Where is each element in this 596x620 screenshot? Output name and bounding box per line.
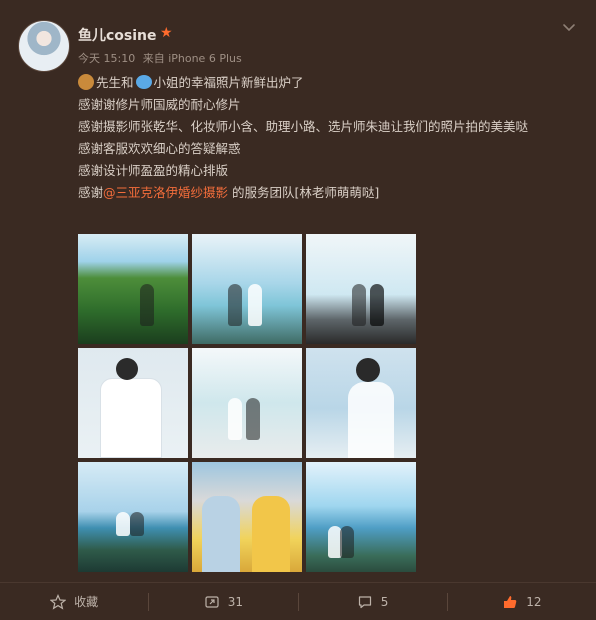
post-content: 先生和 小姐的幸福照片新鲜出炉了 感谢谢修片师国威的耐心修片 感谢摄影师张乾华、化… bbox=[78, 72, 578, 204]
chevron-down-icon[interactable] bbox=[562, 20, 576, 34]
content-line-4: 感谢客服欢欢细心的答疑解惑 bbox=[78, 141, 241, 156]
photo-thumbnail[interactable] bbox=[78, 348, 188, 458]
content-line-1: 先生和 小姐的幸福照片新鲜出炉了 bbox=[78, 72, 578, 94]
person-silhouette bbox=[130, 512, 144, 536]
photo-thumbnail[interactable] bbox=[78, 462, 188, 572]
photo-thumbnail[interactable] bbox=[78, 234, 188, 344]
comment-button[interactable]: 5 bbox=[299, 594, 447, 610]
content-line-3: 感谢摄影师张乾华、化妆师小含、助理小路、选片师朱迪让我们的照片拍的美美哒 bbox=[78, 119, 529, 134]
thumbs-up-icon bbox=[504, 595, 517, 608]
repost-icon bbox=[205, 595, 219, 608]
repost-count: 31 bbox=[227, 594, 244, 609]
person-shape bbox=[252, 496, 290, 572]
head-shape bbox=[116, 358, 138, 380]
photo-thumbnail[interactable] bbox=[306, 234, 416, 344]
post-source: 来自 iPhone 6 Plus bbox=[142, 52, 242, 65]
person-shape bbox=[202, 496, 240, 572]
user-avatar[interactable] bbox=[18, 20, 70, 72]
comment-count: 5 bbox=[380, 594, 389, 609]
person-silhouette bbox=[370, 284, 384, 326]
photo-thumbnail[interactable] bbox=[192, 462, 302, 572]
like-count: 12 bbox=[526, 594, 542, 609]
person-silhouette bbox=[140, 284, 154, 326]
post-time[interactable]: 今天 15:10 bbox=[78, 52, 135, 65]
mention-link[interactable]: @三亚克洛伊婚纱摄影 bbox=[103, 185, 228, 200]
person-silhouette bbox=[248, 284, 262, 326]
photo-grid bbox=[78, 234, 416, 572]
star-icon bbox=[50, 593, 67, 610]
bear-emoji-icon bbox=[78, 74, 94, 90]
like-button[interactable]: 12 bbox=[448, 594, 596, 610]
photo-thumbnail[interactable] bbox=[192, 348, 302, 458]
photo-thumbnail[interactable] bbox=[192, 234, 302, 344]
person-silhouette bbox=[340, 526, 354, 558]
content-line-2: 感谢谢修片师国威的耐心修片 bbox=[78, 97, 241, 112]
username[interactable]: 鱼儿cosine bbox=[78, 25, 157, 45]
person-silhouette bbox=[228, 284, 242, 326]
content-line-6: 感谢@三亚克洛伊婚纱摄影 的服务团队[林老师萌萌哒] bbox=[78, 185, 380, 200]
photo-thumbnail[interactable] bbox=[306, 462, 416, 572]
post-meta: 今天 15:10 来自 iPhone 6 Plus bbox=[78, 50, 242, 66]
comment-icon bbox=[358, 595, 371, 608]
content-line-5: 感谢设计师盈盈的精心排版 bbox=[78, 163, 229, 178]
person-silhouette bbox=[352, 284, 366, 326]
person-silhouette bbox=[116, 512, 130, 536]
white-suit-shape bbox=[100, 378, 162, 458]
dress-shape bbox=[348, 382, 394, 458]
vip-star-icon: ★ bbox=[160, 25, 173, 41]
fish-emoji-icon bbox=[135, 75, 152, 89]
weibo-post: 鱼儿cosine ★ 今天 15:10 来自 iPhone 6 Plus 先生和… bbox=[0, 0, 596, 619]
favorite-button[interactable]: 收藏 bbox=[0, 593, 148, 610]
post-actions-bar: 收藏 31 5 12 bbox=[0, 582, 596, 620]
photo-thumbnail[interactable] bbox=[306, 348, 416, 458]
person-silhouette bbox=[228, 398, 242, 440]
favorite-label: 收藏 bbox=[74, 595, 99, 609]
person-silhouette bbox=[246, 398, 260, 440]
head-shape bbox=[356, 358, 380, 382]
repost-button[interactable]: 31 bbox=[149, 594, 297, 610]
